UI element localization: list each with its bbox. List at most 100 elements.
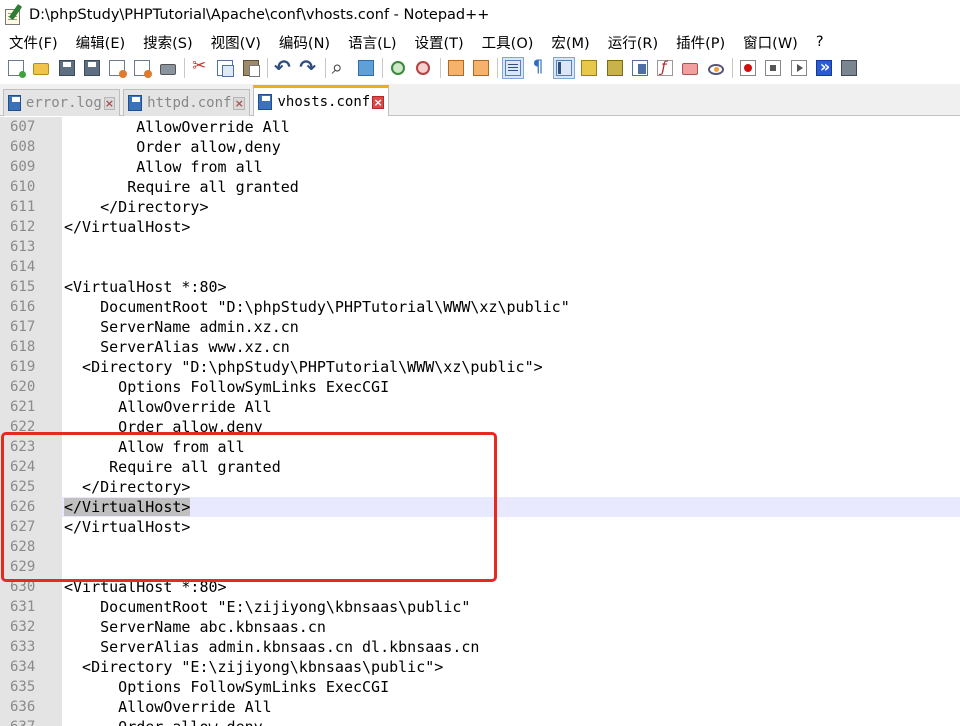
sync-vertical-button[interactable] bbox=[445, 57, 467, 79]
code-line[interactable]: 615 <VirtualHost *:80> bbox=[0, 277, 960, 297]
line-text[interactable] bbox=[62, 537, 64, 557]
line-text[interactable]: Options FollowSymLinks ExecCGI bbox=[62, 377, 389, 397]
open-file-button[interactable] bbox=[30, 57, 52, 79]
line-text[interactable]: Order allow,deny bbox=[62, 417, 263, 437]
code-line[interactable]: 614 bbox=[0, 257, 960, 277]
menu-macro[interactable]: 宏(M) bbox=[542, 32, 598, 53]
line-text[interactable]: </VirtualHost> bbox=[62, 217, 190, 237]
line-text[interactable]: Require all granted bbox=[62, 457, 281, 477]
indent-guide-button[interactable] bbox=[552, 57, 575, 79]
zoom-in-button[interactable] bbox=[387, 57, 409, 79]
code-line[interactable]: 635 Options FollowSymLinks ExecCGI bbox=[0, 677, 960, 697]
line-text[interactable]: ServerAlias www.xz.cn bbox=[62, 337, 290, 357]
line-text[interactable]: <Directory "E:\zijiyong\kbnsaas\public"> bbox=[62, 657, 443, 677]
save-button[interactable] bbox=[56, 57, 78, 79]
menu-settings[interactable]: 设置(T) bbox=[405, 32, 472, 53]
line-text[interactable]: AllowOverride All bbox=[62, 117, 290, 137]
find-button[interactable] bbox=[330, 55, 352, 79]
line-text[interactable]: DocumentRoot "D:\phpStudy\PHPTutorial\WW… bbox=[62, 297, 570, 317]
code-line[interactable]: 623 Allow from all bbox=[0, 437, 960, 457]
code-line[interactable]: 633 ServerAlias admin.kbnsaas.cn dl.kbns… bbox=[0, 637, 960, 657]
menu-run[interactable]: 运行(R) bbox=[599, 32, 667, 53]
user-language-button[interactable] bbox=[578, 57, 600, 79]
line-text[interactable]: Options FollowSymLinks ExecCGI bbox=[62, 677, 389, 697]
save-all-button[interactable] bbox=[81, 57, 103, 79]
code-line[interactable]: 609 Allow from all bbox=[0, 157, 960, 177]
menu-help[interactable]: ? bbox=[807, 34, 833, 50]
replace-button[interactable] bbox=[355, 57, 377, 79]
code-line[interactable]: 619 <Directory "D:\phpStudy\PHPTutorial\… bbox=[0, 357, 960, 377]
menu-window[interactable]: 窗口(W) bbox=[734, 32, 807, 53]
code-line[interactable]: 613 bbox=[0, 237, 960, 257]
line-text[interactable]: <Directory "D:\phpStudy\PHPTutorial\WWW\… bbox=[62, 357, 543, 377]
save-macro-button[interactable] bbox=[838, 57, 860, 79]
code-line[interactable]: 625 </Directory> bbox=[0, 477, 960, 497]
document-map-button[interactable] bbox=[604, 57, 626, 79]
line-text[interactable]: <VirtualHost *:80> bbox=[62, 577, 227, 597]
menu-encoding[interactable]: 编码(N) bbox=[270, 32, 339, 53]
line-text[interactable] bbox=[62, 257, 64, 277]
line-text[interactable]: AllowOverride All bbox=[62, 697, 272, 717]
tab-vhosts-conf[interactable]: vhosts.conf × bbox=[253, 85, 389, 116]
tab-close-icon[interactable]: × bbox=[103, 96, 115, 110]
record-macro-button[interactable] bbox=[737, 57, 759, 79]
code-line[interactable]: 610 Require all granted bbox=[0, 177, 960, 197]
line-text[interactable]: </Directory> bbox=[62, 477, 190, 497]
line-text[interactable]: ServerName abc.kbnsaas.cn bbox=[62, 617, 326, 637]
close-all-button[interactable] bbox=[131, 57, 153, 79]
word-wrap-button[interactable] bbox=[502, 57, 525, 79]
redo-button[interactable] bbox=[297, 55, 319, 79]
code-line[interactable]: 626 </VirtualHost> bbox=[0, 497, 960, 517]
undo-button[interactable] bbox=[272, 55, 294, 79]
code-line[interactable]: 630 <VirtualHost *:80> bbox=[0, 577, 960, 597]
cut-button[interactable] bbox=[189, 56, 211, 79]
print-button[interactable] bbox=[157, 57, 179, 79]
line-text[interactable]: </VirtualHost> bbox=[62, 517, 190, 537]
line-text[interactable]: </Directory> bbox=[62, 197, 208, 217]
code-line[interactable]: 637 Order allow,deny bbox=[0, 717, 960, 726]
code-line[interactable]: 612 </VirtualHost> bbox=[0, 217, 960, 237]
tab-close-icon[interactable]: × bbox=[233, 96, 245, 110]
line-text[interactable] bbox=[62, 557, 64, 577]
code-line[interactable]: 616 DocumentRoot "D:\phpStudy\PHPTutoria… bbox=[0, 297, 960, 317]
code-line[interactable]: 617 ServerName admin.xz.cn bbox=[0, 317, 960, 337]
line-text[interactable]: AllowOverride All bbox=[62, 397, 272, 417]
close-button[interactable] bbox=[106, 57, 128, 79]
code-line[interactable]: 629 bbox=[0, 557, 960, 577]
code-line[interactable]: 622 Order allow,deny bbox=[0, 417, 960, 437]
line-text[interactable]: ServerAlias admin.kbnsaas.cn dl.kbnsaas.… bbox=[62, 637, 479, 657]
menu-view[interactable]: 视图(V) bbox=[202, 32, 270, 53]
line-text[interactable]: Allow from all bbox=[62, 437, 244, 457]
editor-lines[interactable]: 607 AllowOverride All 608 Order allow,den… bbox=[0, 117, 960, 726]
code-line[interactable]: 628 bbox=[0, 537, 960, 557]
code-line[interactable]: 627 </VirtualHost> bbox=[0, 517, 960, 537]
function-list-button[interactable] bbox=[654, 57, 676, 79]
new-file-button[interactable] bbox=[5, 57, 27, 79]
monitoring-button[interactable] bbox=[705, 57, 727, 79]
menu-language[interactable]: 语言(L) bbox=[339, 32, 405, 53]
tab-close-icon[interactable]: × bbox=[372, 95, 384, 109]
code-line[interactable]: 608 Order allow,deny bbox=[0, 137, 960, 157]
copy-button[interactable] bbox=[214, 57, 236, 79]
tab-httpd-conf[interactable]: httpd.conf × bbox=[123, 89, 250, 116]
code-line[interactable]: 607 AllowOverride All bbox=[0, 117, 960, 137]
menu-tools[interactable]: 工具(O) bbox=[473, 32, 543, 53]
tab-error-log[interactable]: error.log × bbox=[3, 89, 120, 116]
line-text[interactable]: Require all granted bbox=[62, 177, 299, 197]
menu-search[interactable]: 搜索(S) bbox=[134, 32, 202, 53]
playback-macro-button[interactable] bbox=[788, 57, 810, 79]
code-line[interactable]: 618 ServerAlias www.xz.cn bbox=[0, 337, 960, 357]
run-macro-multiple-button[interactable] bbox=[813, 57, 835, 79]
code-line[interactable]: 621 AllowOverride All bbox=[0, 397, 960, 417]
line-text[interactable]: Allow from all bbox=[62, 157, 262, 177]
line-text[interactable]: <VirtualHost *:80> bbox=[62, 277, 227, 297]
line-text[interactable]: </VirtualHost> bbox=[62, 497, 191, 517]
code-line[interactable]: 624 Require all granted bbox=[0, 457, 960, 477]
code-line[interactable]: 634 <Directory "E:\zijiyong\kbnsaas\publ… bbox=[0, 657, 960, 677]
menu-plugins[interactable]: 插件(P) bbox=[667, 32, 734, 53]
code-line[interactable]: 611 </Directory> bbox=[0, 197, 960, 217]
document-list-button[interactable] bbox=[629, 57, 651, 79]
line-text[interactable] bbox=[62, 237, 64, 257]
code-line[interactable]: 620 Options FollowSymLinks ExecCGI bbox=[0, 377, 960, 397]
zoom-out-button[interactable] bbox=[412, 57, 434, 79]
